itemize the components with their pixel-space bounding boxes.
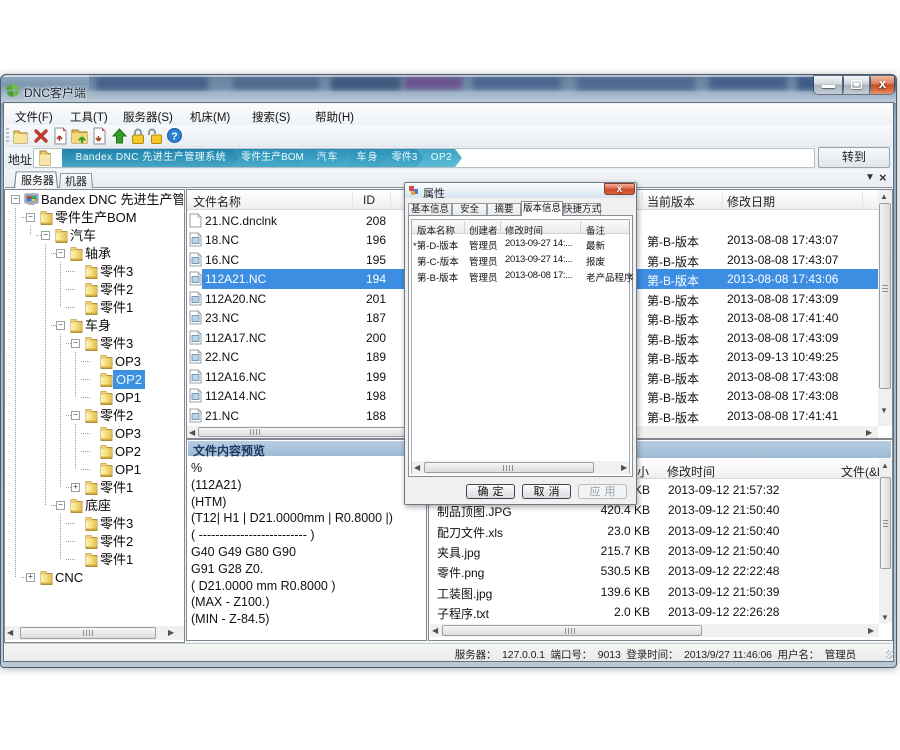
- svg-text:?: ?: [171, 131, 177, 143]
